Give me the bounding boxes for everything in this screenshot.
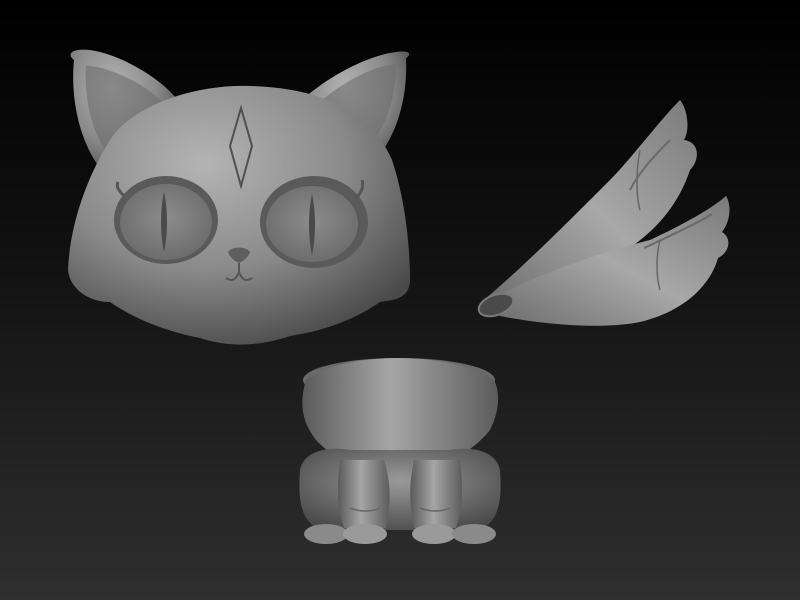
leg-left [337, 460, 390, 528]
cat-body-icon [299, 358, 501, 544]
body-lower [299, 448, 501, 530]
paw-back-right [452, 524, 496, 544]
leg-right [410, 460, 463, 528]
paw-front-left [343, 524, 387, 544]
paw-back-left [304, 524, 348, 544]
tails-icon [477, 100, 730, 326]
paw-front-right [412, 524, 456, 544]
cat-head-icon [68, 49, 410, 345]
scene-canvas [68, 49, 730, 544]
sculpt-viewport[interactable] [0, 0, 800, 600]
